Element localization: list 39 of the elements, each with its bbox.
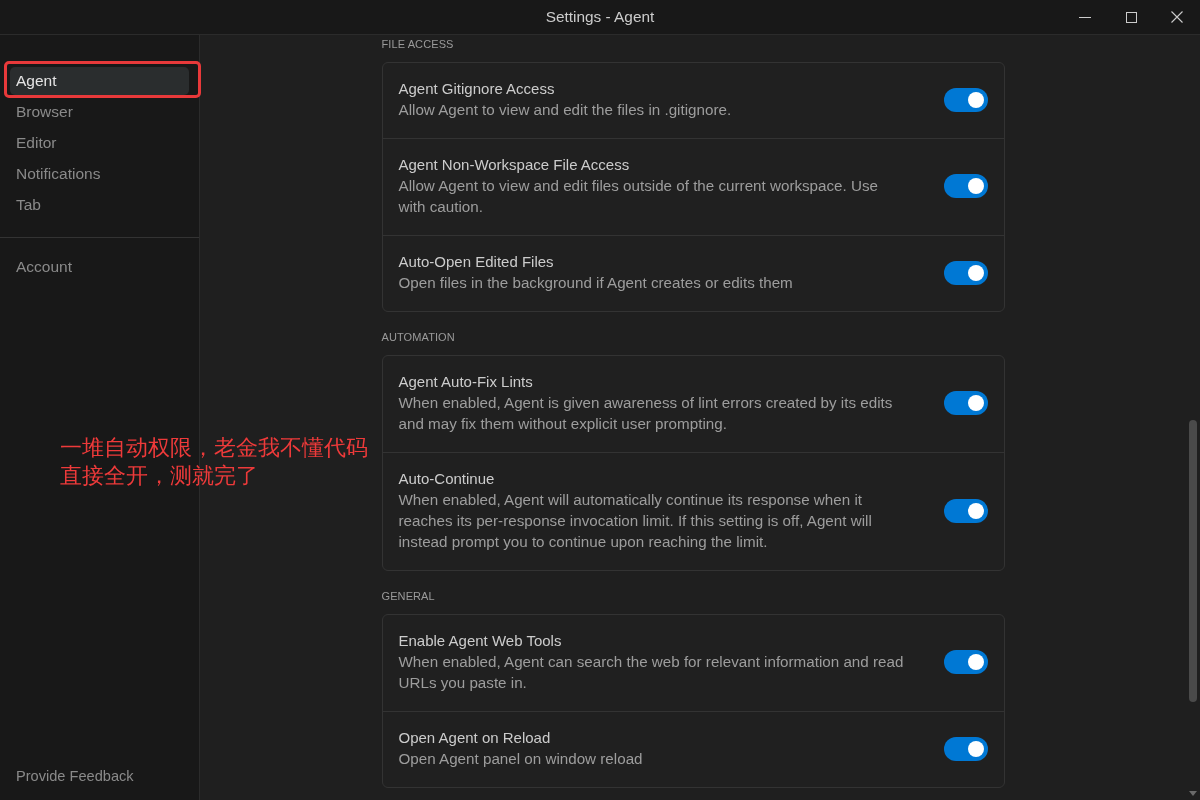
window-title: Settings - Agent [545,8,655,26]
sidebar-item[interactable]: Agent [10,67,189,95]
setting-description: Allow Agent to view and edit the files in .gitignore. [398,100,732,120]
close-icon [1171,11,1183,23]
setting-description: When enabled, Agent can search the web for relevant information and read URLs you paste in. [398,652,905,693]
setting-description: Allow Agent to view and edit files outside of the current workspace. Use with caution. [398,176,879,217]
toggle-switch[interactable] [943,498,988,523]
maximize-icon [1125,11,1137,23]
feedback-link[interactable]: Provide Feedback [16,766,134,786]
setting-title: Agent Auto-Fix Lints [398,372,533,392]
scrollbar-thumb[interactable] [1189,420,1197,702]
setting-title: Auto-Continue [398,469,495,489]
setting-description: When enabled, Agent will automatically continue its response when it reaches its per-response invocation limit. If this setting is off, Agent will instead prompt you to continue upon reaching the limit. [398,490,873,552]
setting-title: Auto-Open Edited Files [398,252,554,272]
section-heading: FILE ACCESS [381,37,454,52]
sidebar-item[interactable]: Account [10,253,189,281]
section-heading: GENERAL [381,589,435,604]
section-heading: AUTOMATION [381,330,455,345]
setting-title: Enable Agent Web Tools [398,631,562,651]
toggle-switch[interactable] [943,87,988,112]
annotation-text: 一堆自动权限，老金我不懂代码 [60,434,368,462]
setting-description: Open Agent panel on window reload [398,749,643,769]
toggle-switch[interactable] [943,174,988,198]
setting-title: Agent Gitignore Access [398,79,555,99]
sidebar-item[interactable]: Browser [10,98,189,126]
setting-title: Agent Non-Workspace File Access [398,155,630,175]
toggle-switch[interactable] [943,650,988,674]
sidebar-item[interactable]: Editor [10,129,189,157]
toggle-switch[interactable] [943,391,988,415]
toggle-switch[interactable] [943,260,988,285]
sidebar-item[interactable]: Tab [10,191,189,219]
setting-description: When enabled, Agent is given awareness of lint errors created by its edits and may fix them without explicit user prompting. [398,393,894,434]
scroll-down-arrow-icon[interactable] [1189,791,1197,796]
setting-description: Open files in the background if Agent creates or edits them [398,273,793,293]
setting-title: Open Agent on Reload [398,728,551,748]
annotation-text: 直接全开，测就完了 [60,462,258,490]
toggle-switch[interactable] [943,736,988,761]
sidebar-item[interactable]: Notifications [10,160,189,188]
minimize-icon [1079,16,1091,18]
